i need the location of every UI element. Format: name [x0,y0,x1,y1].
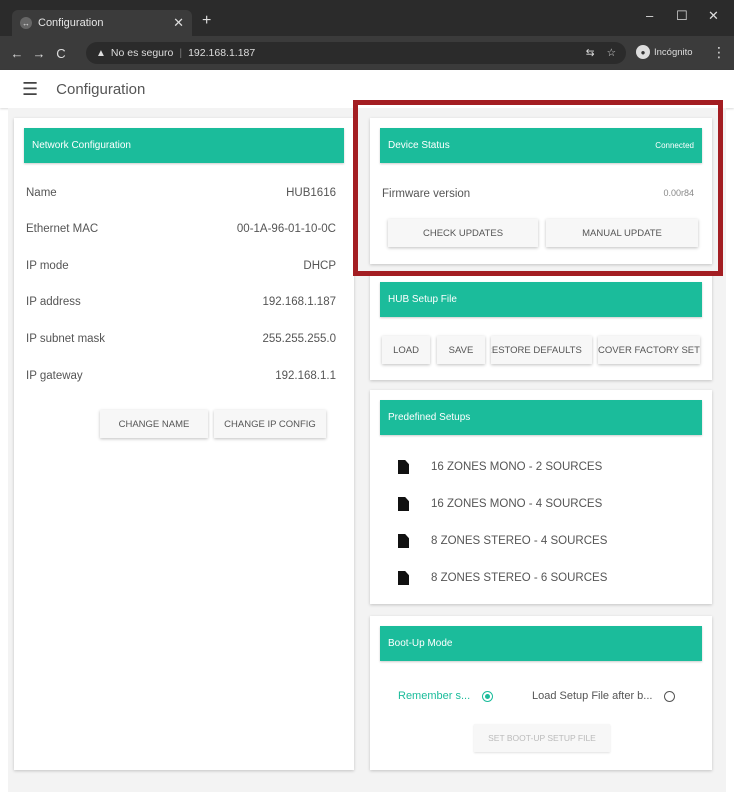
device-status-header: Device Status Connected [380,128,702,163]
row-value: 192.168.1.187 [262,296,336,308]
row-value: 192.168.1.1 [275,370,336,382]
row-label: IP mode [26,260,69,272]
predefined-setup-item[interactable]: 8 ZONES STEREO - 6 SOURCES [398,571,607,585]
network-row-ip-mode: IP mode DHCP [26,260,336,272]
row-label: Name [26,187,57,199]
change-ip-config-button[interactable]: CHANGE IP CONFIG [214,410,326,438]
row-label: IP address [26,296,81,308]
bootup-option-load-setup-label: Load Setup File after b... [532,690,653,702]
app-bar: ☰ Configuration [0,70,734,108]
row-value: 255.255.255.0 [262,333,336,345]
setup-item-label: 16 ZONES MONO - 4 SOURCES [431,498,603,510]
incognito-badge[interactable]: ● Incógnito [636,45,693,59]
row-label: IP subnet mask [26,333,106,345]
firmware-row: Firmware version 0.00r84 [382,188,694,200]
change-name-button[interactable]: CHANGE NAME [100,410,208,438]
setup-item-label: 8 ZONES STEREO - 6 SOURCES [431,572,608,584]
predefined-setup-item[interactable]: 8 ZONES STEREO - 4 SOURCES [398,534,607,548]
file-icon [398,497,409,511]
recover-factory-setup-button[interactable]: RECOVER FACTORY SETUP [598,336,700,364]
network-row-subnet: IP subnet mask 255.255.255.0 [26,333,336,345]
browser-menu-icon[interactable]: ⋮ [712,44,726,61]
predefined-setups-title: Predefined Setups [388,412,471,423]
incognito-label: Incógnito [654,46,693,58]
setup-item-label: 16 ZONES MONO - 2 SOURCES [431,461,603,473]
predefined-setups-header: Predefined Setups [380,400,702,435]
hamburger-menu-icon[interactable]: ☰ [22,79,38,100]
bootup-mode-title: Boot-Up Mode [388,638,453,649]
tab-favicon-icon: ↔ [20,17,32,29]
setup-file-title: HUB Setup File [388,294,457,305]
remember-radio[interactable] [482,690,494,702]
browser-tabstrip: ↔ Configuration ✕ + – ☐ ✕ [0,0,734,36]
new-tab-icon[interactable]: + [202,12,211,30]
minimize-icon[interactable]: – [646,8,653,23]
incognito-icon: ● [636,45,650,59]
bootup-option-remember[interactable]: Remember s... [398,690,494,702]
back-icon[interactable]: ← [6,46,28,61]
file-icon [398,571,409,585]
bookmark-star-icon[interactable]: ☆ [607,47,616,59]
connection-status-badge: Connected [655,141,694,150]
tab-title: Configuration [38,17,104,29]
url-text: 192.168.1.187 [188,47,256,59]
manual-update-button[interactable]: MANUAL UPDATE [546,219,698,247]
load-setup-radio[interactable] [664,690,676,702]
network-row-gateway: IP gateway 192.168.1.1 [26,370,336,382]
row-value: HUB1616 [286,187,336,199]
warning-icon: ▲ [96,47,106,59]
page-title: Configuration [56,80,146,98]
maximize-icon[interactable]: ☐ [676,8,688,24]
row-label: Ethernet MAC [26,223,99,235]
load-button[interactable]: LOAD [382,336,430,364]
device-status-card: Device Status Connected Firmware version… [370,118,712,264]
tab-close-icon[interactable]: ✕ [173,15,184,31]
file-icon [398,460,409,474]
network-config-title: Network Configuration [32,140,131,151]
row-label: IP gateway [26,370,83,382]
bootup-mode-card: Boot-Up Mode Remember s... Load Setup Fi… [370,616,712,770]
window-close-icon[interactable]: ✕ [708,8,719,24]
network-config-header: Network Configuration [24,128,344,163]
network-row-ip-address: IP address 192.168.1.187 [26,296,336,308]
predefined-setups-card: Predefined Setups 16 ZONES MONO - 2 SOUR… [370,390,712,604]
predefined-setup-item[interactable]: 16 ZONES MONO - 4 SOURCES [398,497,602,511]
bootup-option-remember-label: Remember s... [398,690,471,702]
network-config-card: Network Configuration Name HUB1616 Ether… [14,118,354,770]
translate-icon[interactable]: ⇆ [586,47,595,59]
setup-file-card: HUB Setup File LOAD SAVE RESTORE DEFAULT… [370,272,712,380]
setup-file-header: HUB Setup File [380,282,702,317]
firmware-label: Firmware version [382,188,471,200]
url-separator: | [179,47,183,59]
network-row-name: Name HUB1616 [26,187,336,199]
restore-defaults-button[interactable]: RESTORE DEFAULTS [491,336,592,364]
security-label: No es seguro [110,47,174,59]
bootup-option-load-setup[interactable]: Load Setup File after b... [532,690,676,702]
browser-toolbar: ← → C ▲ No es seguro | 192.168.1.187 ⇆ ☆… [0,36,734,70]
row-value: 00-1A-96-01-10-0C [236,223,336,235]
device-status-title: Device Status [388,140,450,151]
forward-icon[interactable]: → [28,46,50,61]
firmware-value: 0.00r84 [663,188,694,198]
check-updates-button[interactable]: CHECK UPDATES [388,219,538,247]
network-row-mac: Ethernet MAC 00-1A-96-01-10-0C [26,223,336,235]
row-value: DHCP [303,260,336,272]
browser-tab[interactable]: ↔ Configuration ✕ [12,10,192,36]
bootup-mode-header: Boot-Up Mode [380,626,702,661]
set-bootup-setup-file-button[interactable]: SET BOOT-UP SETUP FILE [474,724,610,752]
predefined-setup-item[interactable]: 16 ZONES MONO - 2 SOURCES [398,460,602,474]
file-icon [398,534,409,548]
save-button[interactable]: SAVE [437,336,485,364]
address-bar[interactable]: ▲ No es seguro | 192.168.1.187 ⇆ ☆ [86,42,626,64]
setup-item-label: 8 ZONES STEREO - 4 SOURCES [431,535,608,547]
reload-icon[interactable]: C [50,46,72,61]
